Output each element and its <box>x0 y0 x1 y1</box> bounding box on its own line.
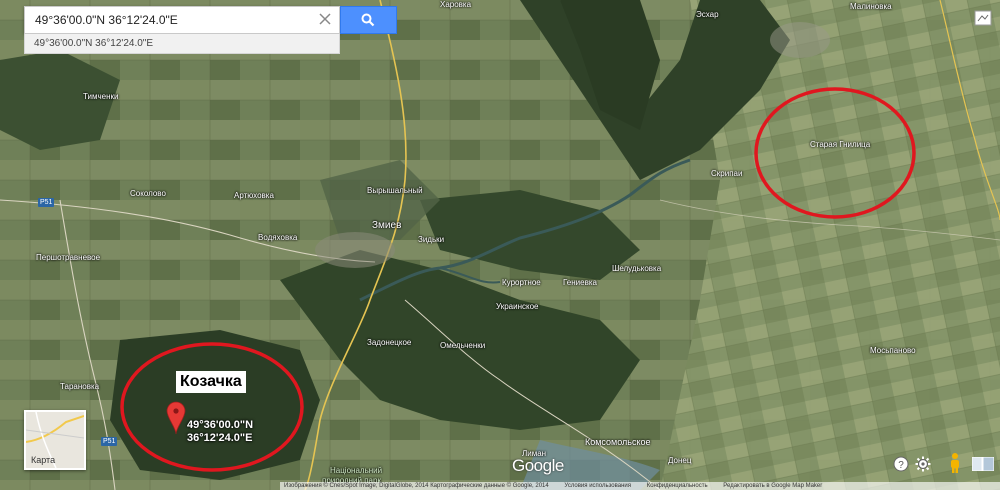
place-label: Змиев <box>372 220 402 231</box>
route-shield: P51 <box>101 437 118 446</box>
place-label: Курортное <box>502 278 541 287</box>
attribution-bar: Изображения © Cnes/Spot Image, DigitalGl… <box>280 482 1000 490</box>
map-thumbnail[interactable]: Карта <box>24 410 86 470</box>
search-suggestion[interactable]: 49°36'00.0"N 36°12'24.0"E <box>24 34 340 54</box>
place-label: Мосьпаново <box>870 346 916 355</box>
pegman-icon[interactable] <box>946 452 964 474</box>
route-shield: P51 <box>38 198 55 207</box>
marker-lng-label: 36°12'24.0"E <box>187 432 253 444</box>
gear-icon[interactable] <box>914 455 932 473</box>
place-label: Гениевка <box>563 278 597 287</box>
place-label: Малиновка <box>850 2 892 11</box>
place-label: Артюховка <box>234 191 274 200</box>
attribution-text: Изображения © Cnes/Spot Image, DigitalGl… <box>284 483 549 489</box>
place-label: Водяховка <box>258 233 298 242</box>
search-icon <box>361 13 375 27</box>
place-label: Донец <box>668 456 692 465</box>
place-label: Першотравневое <box>36 253 101 262</box>
place-label: Шелудьковка <box>612 264 662 273</box>
photos-strip-icon[interactable] <box>972 457 994 471</box>
marker-lat-label: 49°36'00.0"N <box>187 419 254 431</box>
place-label: Задонецкое <box>367 338 412 347</box>
clear-icon[interactable] <box>317 11 333 27</box>
search-button[interactable] <box>340 6 397 34</box>
place-label: Украинское <box>496 302 539 311</box>
place-label: Омельченки <box>440 341 486 350</box>
place-label: Соколово <box>130 189 166 198</box>
place-label: Хаpовка <box>440 0 472 9</box>
place-label: Тарановка <box>60 382 100 391</box>
kozachka-label: Козачка <box>176 371 246 393</box>
search-input[interactable] <box>25 7 315 33</box>
google-logo: Google <box>512 456 564 475</box>
privacy-link[interactable]: Конфиденциальность <box>647 483 708 489</box>
place-label: Зидьки <box>418 235 445 244</box>
satellite-map[interactable] <box>0 0 1000 490</box>
place-label: Тимченки <box>83 92 119 101</box>
place-label: Національний <box>330 466 383 475</box>
place-label: Скрипаи <box>711 169 743 178</box>
thumbnail-label: Карта <box>31 455 56 465</box>
terms-link[interactable]: Условия использования <box>564 483 631 489</box>
map-maker-link[interactable]: Редактировать в Google Map Maker <box>723 483 822 489</box>
place-label: Вырышальный <box>367 186 423 195</box>
map-overview-icon[interactable] <box>974 10 992 26</box>
place-label: Эсхар <box>696 10 719 19</box>
svg-text:?: ? <box>898 460 904 471</box>
search-box <box>24 6 340 34</box>
place-label: Комсомольское <box>585 437 651 447</box>
place-label: Старая Гнилица <box>810 140 871 149</box>
help-icon[interactable]: ? <box>892 455 910 473</box>
